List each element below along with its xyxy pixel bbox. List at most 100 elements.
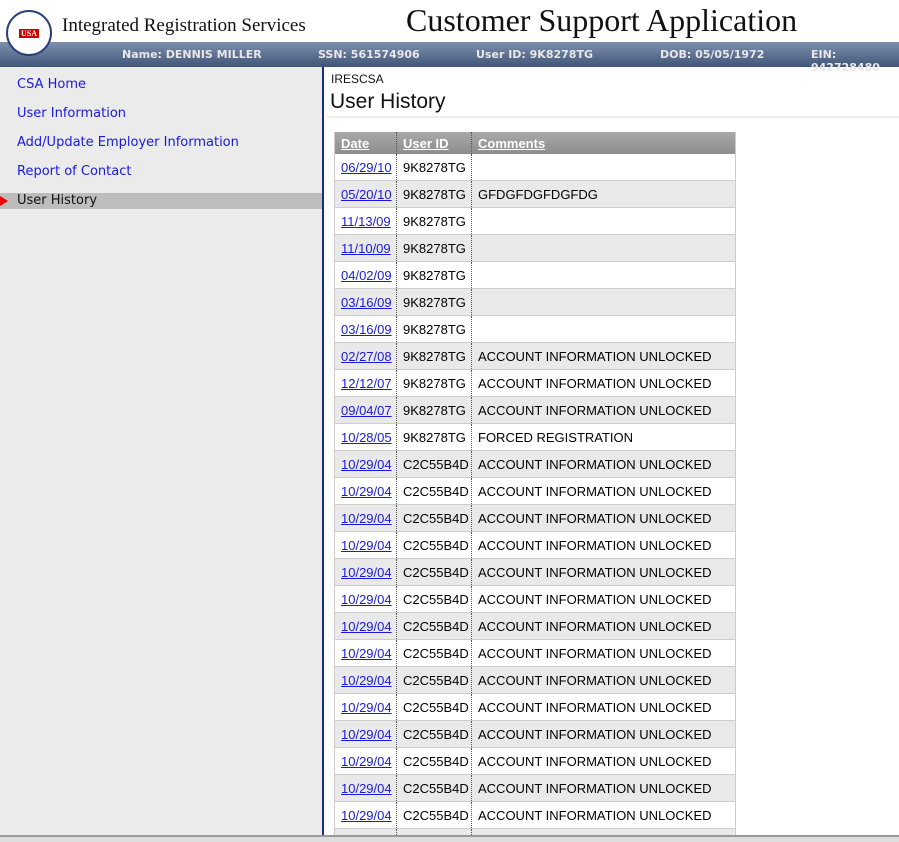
date-cell: 10/29/04	[335, 721, 397, 747]
sidebar-item-csa-home[interactable]: CSA Home	[17, 77, 86, 92]
user-id-cell: 9K8278TG	[397, 235, 472, 261]
date-cell: 10/29/04	[335, 802, 397, 828]
date-link[interactable]: 06/29/10	[341, 160, 392, 175]
date-cell: 10/29/04	[335, 559, 397, 585]
date-cell: 10/28/05	[335, 424, 397, 450]
date-cell: 12/12/07	[335, 370, 397, 396]
date-cell: 03/16/09	[335, 316, 397, 342]
comments-cell: ACCOUNT INFORMATION UNLOCKED	[478, 510, 712, 526]
table-row: 10/29/04 C2C55B4D ACCOUNT INFORMATION UNLO…	[335, 532, 735, 559]
user-id-cell: C2C55B4D	[397, 478, 472, 504]
date-link[interactable]: 02/27/08	[341, 349, 392, 364]
date-cell: 10/29/04	[335, 586, 397, 612]
date-cell: 10/29/04	[335, 532, 397, 558]
table-row: 02/27/08 9K8278TG ACCOUNT INFORMATION UNLO…	[335, 343, 735, 370]
date-link[interactable]: 10/29/04	[341, 754, 392, 769]
date-link[interactable]: 03/16/09	[341, 322, 392, 337]
comments-cell: ACCOUNT INFORMATION UNLOCKED	[478, 807, 712, 823]
date-cell: 05/20/10	[335, 181, 397, 207]
sort-date-link[interactable]: Date	[341, 136, 369, 151]
table-row: 10/29/04 C2C55B4D ACCOUNT INFORMATION UNLO…	[335, 748, 735, 775]
user-id-cell: 9K8278TG	[397, 370, 472, 396]
date-link[interactable]: 10/29/04	[341, 619, 392, 634]
comments-cell: ACCOUNT INFORMATION UNLOCKED	[478, 753, 712, 769]
date-cell: 10/29/04	[335, 505, 397, 531]
date-cell: 02/27/08	[335, 343, 397, 369]
app-title: Customer Support Application	[406, 2, 798, 38]
user-id-cell: 9K8278TG	[397, 316, 472, 342]
sort-user-id-link[interactable]: User ID	[403, 136, 449, 151]
table-row: 06/29/10 9K8278TG	[335, 154, 735, 181]
date-link[interactable]: 10/29/04	[341, 484, 392, 499]
date-cell: 10/29/04	[335, 478, 397, 504]
date-cell: 04/02/09	[335, 262, 397, 288]
ssa-seal-logo: USA	[6, 10, 52, 56]
info-user-id: User ID: 9K8278TG	[476, 48, 593, 61]
user-id-cell: 9K8278TG	[397, 397, 472, 423]
comments-cell: ACCOUNT INFORMATION UNLOCKED	[478, 618, 712, 634]
table-row: 10/29/04 C2C55B4D ACCOUNT INFORMATION UNLO…	[335, 640, 735, 667]
user-id-cell: C2C55B4D	[397, 775, 472, 801]
user-id-cell: C2C55B4D	[397, 721, 472, 747]
comments-cell: ACCOUNT INFORMATION UNLOCKED	[478, 591, 712, 607]
date-link[interactable]: 10/29/04	[341, 592, 392, 607]
user-id-cell: 9K8278TG	[397, 262, 472, 288]
history-table: Date User ID Comments 06/29/10 9K8278TG 05…	[334, 132, 736, 835]
table-row: 05/20/10 9K8278TG GFDGFDGFDGFDG	[335, 181, 735, 208]
date-link[interactable]: 11/10/09	[341, 241, 391, 256]
date-link[interactable]: 10/29/04	[341, 457, 392, 472]
comments-cell: GFDGFDGFDGFDG	[478, 186, 598, 202]
date-link[interactable]: 10/29/04	[341, 538, 392, 553]
table-row: 10/29/04 C2C55B4D ACCOUNT INFORMATION UNLO…	[335, 694, 735, 721]
table-row: 10/29/04 C2C55B4D ACCOUNT INFORMATION UNLO…	[335, 721, 735, 748]
app-header: USA Integrated Registration Services Cus…	[0, 0, 899, 56]
date-link[interactable]: 10/29/04	[341, 727, 392, 742]
comments-cell: ACCOUNT INFORMATION UNLOCKED	[478, 402, 712, 418]
date-link[interactable]: 10/29/04	[341, 808, 392, 823]
table-row: 11/10/09 9K8278TG	[335, 235, 735, 262]
date-cell: 06/29/10	[335, 154, 397, 180]
date-cell: 10/29/04	[335, 640, 397, 666]
comments-cell	[472, 235, 735, 261]
comments-cell	[472, 289, 735, 315]
comments-cell: ACCOUNT INFORMATION UNLOCKED	[478, 456, 712, 472]
user-id-cell: C2C55B4D	[397, 586, 472, 612]
date-link[interactable]: 10/28/05	[341, 430, 392, 445]
table-row: 10/29/04 C2C55B4D ACCOUNT INFORMATION UNLO…	[335, 775, 735, 802]
date-link[interactable]: 10/29/04	[341, 700, 392, 715]
user-id-cell: 9K8278TG	[397, 154, 472, 180]
date-link[interactable]: 10/29/04	[341, 781, 392, 796]
date-link[interactable]: 10/29/04	[341, 511, 392, 526]
sort-comments-link[interactable]: Comments	[478, 136, 545, 151]
comments-cell: ACCOUNT INFORMATION UNLOCKED	[478, 375, 712, 391]
user-id-cell: 9K8278TG	[397, 181, 472, 207]
user-id-cell: C2C55B4D	[397, 667, 472, 693]
date-link[interactable]: 11/13/09	[341, 214, 391, 229]
user-id-cell: C2C55B4D	[397, 694, 472, 720]
date-cell: 11/13/09	[335, 208, 397, 234]
comments-cell: ACCOUNT INFORMATION UNLOCKED	[478, 726, 712, 742]
comments-cell: ACCOUNT INFORMATION UNLOCKED	[478, 348, 712, 364]
date-link[interactable]: 10/29/04	[341, 646, 392, 661]
table-row: 10/29/04 C2C55B4D ACCOUNT INFORMATION UNLO…	[335, 451, 735, 478]
sidebar-item-user-information[interactable]: User Information	[17, 106, 126, 121]
user-info-bar: Name: DENNIS MILLER SSN: 561574906 User …	[0, 42, 899, 74]
sidebar-item-employer-information[interactable]: Add/Update Employer Information	[17, 135, 239, 150]
date-link[interactable]: 10/29/04	[341, 565, 392, 580]
date-link[interactable]: 04/02/09	[341, 268, 392, 283]
date-cell: 09/04/07	[335, 397, 397, 423]
table-row: 10/29/04 C2C55B4D ACCOUNT INFORMATION UNLO…	[335, 613, 735, 640]
date-link[interactable]: 10/29/04	[341, 673, 392, 688]
user-id-cell: 9K8278TG	[397, 343, 472, 369]
date-link[interactable]: 05/20/10	[341, 187, 392, 202]
comments-cell: ACCOUNT INFORMATION UNLOCKED	[478, 564, 712, 580]
comments-cell: ACCOUNT INFORMATION UNLOCKED	[478, 672, 712, 688]
sidebar-item-user-history[interactable]: User History	[0, 193, 322, 209]
date-link[interactable]: 12/12/07	[341, 376, 392, 391]
date-link[interactable]: 03/16/09	[341, 295, 392, 310]
seal-usa-text: USA	[18, 28, 39, 38]
org-title: Integrated Registration Services	[62, 15, 306, 36]
table-row: 03/16/09 9K8278TG	[335, 289, 735, 316]
sidebar-item-report-of-contact[interactable]: Report of Contact	[17, 164, 131, 179]
date-link[interactable]: 09/04/07	[341, 403, 392, 418]
